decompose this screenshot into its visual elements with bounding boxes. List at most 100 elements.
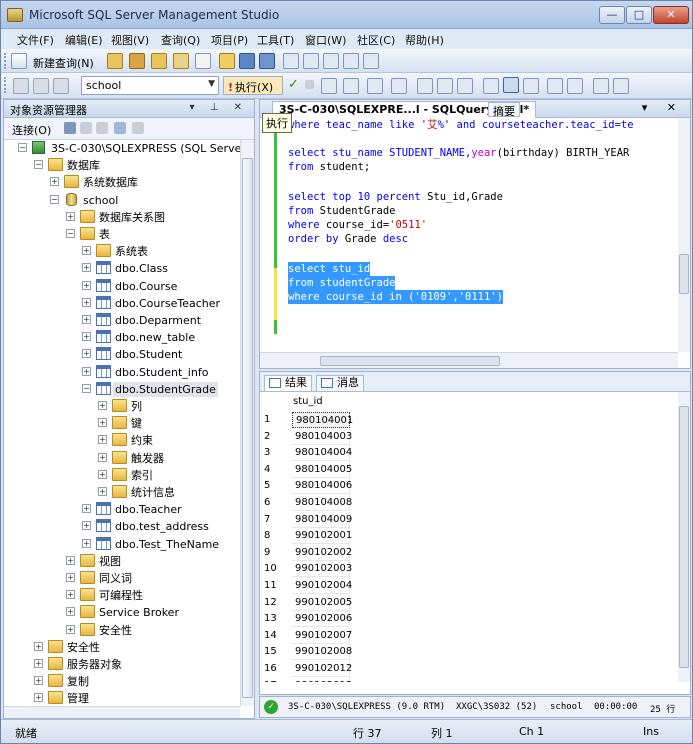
editor-vertical-scrollbar[interactable]: [678, 118, 690, 352]
expand-icon[interactable]: +: [34, 659, 43, 668]
table-row[interactable]: 1 980104001: [260, 412, 360, 429]
collapse-icon[interactable]: −: [50, 195, 59, 204]
expand-icon[interactable]: +: [34, 693, 43, 702]
expand-icon[interactable]: +: [98, 418, 107, 427]
dmx-query-icon[interactable]: [173, 53, 189, 69]
query-designer-icon[interactable]: [343, 78, 359, 94]
table-row[interactable]: 10 990102003: [260, 561, 360, 578]
toolbar-grip[interactable]: [4, 53, 7, 69]
expand-icon[interactable]: +: [98, 453, 107, 462]
table-row[interactable]: 9 990102002: [260, 545, 360, 562]
table-row[interactable]: 7 980104009: [260, 512, 360, 529]
disconnect-icon[interactable]: [33, 78, 49, 94]
results-to-text-icon[interactable]: [457, 78, 473, 94]
new-query-button[interactable]: 新建查询(N): [33, 55, 94, 71]
db-engine-query-icon[interactable]: [107, 53, 123, 69]
row-number[interactable]: 1: [264, 414, 270, 425]
menu-item[interactable]: 社区(C): [357, 32, 395, 48]
row-number[interactable]: 16: [264, 663, 277, 674]
scroll-thumb[interactable]: [679, 254, 689, 294]
editor-horizontal-scrollbar[interactable]: [260, 352, 678, 368]
template-explorer-icon[interactable]: [323, 53, 339, 69]
table-cell[interactable]: 990102008: [292, 644, 352, 660]
table-cell[interactable]: 980104001: [292, 412, 353, 428]
row-number[interactable]: 14: [264, 630, 277, 641]
table-row[interactable]: 8 990102001: [260, 528, 360, 545]
object-explorer-vertical-scrollbar[interactable]: [240, 140, 254, 706]
toolbox-icon[interactable]: [363, 53, 379, 69]
display-plan-icon[interactable]: [321, 78, 337, 94]
connect-dropdown[interactable]: 连接(O): [12, 122, 51, 138]
scroll-thumb[interactable]: [679, 406, 689, 668]
properties-icon[interactable]: [343, 53, 359, 69]
table-cell[interactable]: 990102012: [292, 661, 352, 677]
sql-code-area[interactable]: where teac_name like '艾%' and courseteac…: [260, 118, 678, 352]
table-cell[interactable]: 990102002: [292, 545, 352, 561]
table-cell[interactable]: 980104008: [292, 495, 352, 511]
analyze-query-icon[interactable]: [367, 78, 383, 94]
expand-icon[interactable]: +: [98, 487, 107, 496]
table-row[interactable]: 5 980104006: [260, 478, 360, 495]
stop-icon[interactable]: [96, 122, 108, 134]
uncomment-lines-icon[interactable]: [547, 78, 563, 94]
menu-item[interactable]: 项目(P): [211, 32, 248, 48]
row-number[interactable]: 5: [264, 480, 270, 491]
row-number[interactable]: 17: [264, 680, 277, 682]
table-row[interactable]: 3 980104004: [260, 445, 360, 462]
table-cell[interactable]: 980104005: [292, 462, 352, 478]
tab-summary[interactable]: 摘要: [488, 102, 520, 118]
results-grid[interactable]: stu_id 1 980104001 2 980104003 3 980104004 4 98…: [260, 392, 678, 682]
table-row[interactable]: 15 990102008: [260, 644, 360, 661]
object-explorer-horizontal-scrollbar[interactable]: [4, 706, 240, 718]
scroll-thumb[interactable]: [242, 158, 253, 698]
table-row[interactable]: 4 980104005: [260, 462, 360, 479]
table-row[interactable]: 11 990102004: [260, 578, 360, 595]
increase-indent-icon[interactable]: [567, 78, 583, 94]
table-row[interactable]: 2 980104003: [260, 429, 360, 446]
menu-item[interactable]: 帮助(H): [405, 32, 444, 48]
save-icon[interactable]: [239, 53, 255, 69]
expand-icon[interactable]: +: [66, 607, 75, 616]
tab-results[interactable]: 结果: [264, 375, 312, 391]
expand-icon[interactable]: +: [34, 676, 43, 685]
row-number[interactable]: 11: [264, 580, 277, 591]
analysis-query-icon[interactable]: [129, 53, 145, 69]
table-cell[interactable]: 980104009: [292, 512, 352, 528]
menu-item[interactable]: 视图(V): [111, 32, 149, 48]
mdx-query-icon[interactable]: [151, 53, 167, 69]
column-header-stu-id[interactable]: stu_id: [290, 394, 350, 410]
expand-icon[interactable]: +: [66, 212, 75, 221]
scroll-thumb[interactable]: [320, 356, 500, 366]
row-number[interactable]: 12: [264, 597, 277, 608]
results-to-grid-icon[interactable]: [483, 78, 499, 94]
expand-icon[interactable]: +: [82, 315, 91, 324]
comment-lines-icon[interactable]: [523, 78, 539, 94]
expand-icon[interactable]: +: [82, 367, 91, 376]
expand-icon[interactable]: +: [66, 573, 75, 582]
disconnect-icon[interactable]: [80, 122, 92, 134]
table-row[interactable]: 12 990102005: [260, 595, 360, 612]
expand-icon[interactable]: +: [66, 556, 75, 565]
row-number[interactable]: 9: [264, 547, 270, 558]
save-all-icon[interactable]: [259, 53, 275, 69]
tab-controls[interactable]: ▾ ✕: [642, 101, 684, 114]
table-cell[interactable]: 990102005: [292, 595, 352, 611]
close-button[interactable]: ✕: [653, 6, 689, 24]
expand-icon[interactable]: +: [82, 504, 91, 513]
menu-item[interactable]: 文件(F): [17, 32, 54, 48]
cancel-query-icon[interactable]: [305, 80, 314, 89]
row-number[interactable]: 8: [264, 530, 270, 541]
toolbar-options-icon[interactable]: [613, 78, 629, 94]
specify-values-icon[interactable]: [391, 78, 407, 94]
table-cell[interactable]: 980104006: [292, 478, 352, 494]
execute-button[interactable]: ! 执行(X): [223, 76, 283, 95]
registered-servers-icon[interactable]: [283, 53, 299, 69]
table-cell[interactable]: 980104004: [292, 445, 352, 461]
table-row[interactable]: 16 990102012: [260, 661, 360, 678]
expand-icon[interactable]: +: [98, 470, 107, 479]
toolbar-grip[interactable]: [4, 77, 7, 93]
table-cell[interactable]: 980104003: [292, 429, 352, 445]
refresh-icon[interactable]: [114, 122, 126, 134]
row-number[interactable]: 6: [264, 497, 270, 508]
expand-icon[interactable]: +: [50, 177, 59, 186]
